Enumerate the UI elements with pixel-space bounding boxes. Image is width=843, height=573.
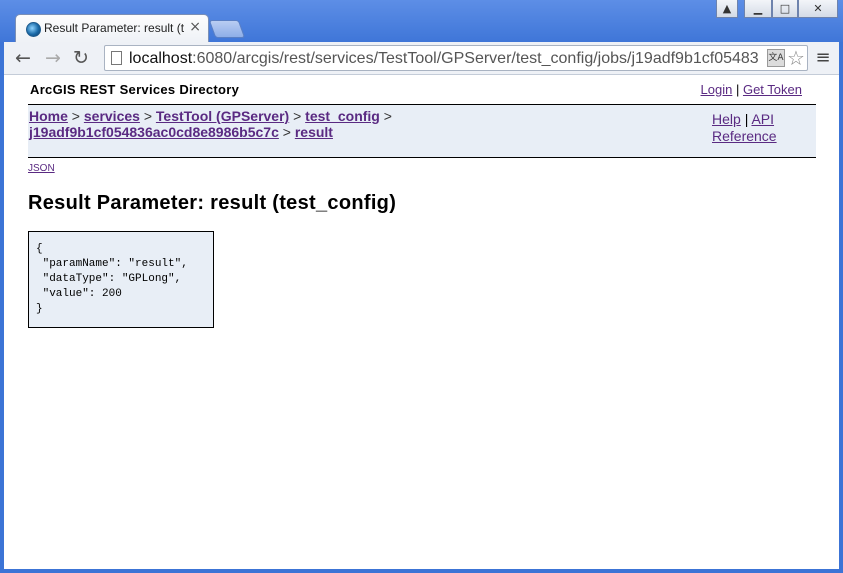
login-link[interactable]: Login: [701, 82, 733, 97]
forward-arrow-icon[interactable]: →: [40, 45, 66, 71]
directory-header: ArcGIS REST Services Directory Login | G…: [28, 81, 816, 101]
bookmark-star-icon[interactable]: ☆: [787, 47, 805, 69]
url-path: :6080/arcgis/rest/services/TestTool/GPSe…: [192, 50, 759, 67]
page-icon: [111, 51, 122, 65]
breadcrumb-separator: >: [383, 108, 392, 124]
close-tab-icon[interactable]: ×: [189, 19, 201, 35]
breadcrumb-services[interactable]: services: [84, 108, 140, 124]
translate-icon[interactable]: 文A: [767, 49, 785, 67]
auth-separator: |: [735, 82, 740, 97]
breadcrumb-separator: >: [282, 124, 291, 140]
page-title: Result Parameter: result (test_config): [28, 192, 397, 214]
menu-icon[interactable]: ≡: [813, 46, 833, 70]
help-links: Help | API Reference: [712, 111, 802, 145]
get-token-link[interactable]: Get Token: [743, 82, 802, 97]
close-window-button[interactable]: ✕: [798, 0, 838, 18]
directory-title: ArcGIS REST Services Directory: [30, 82, 240, 97]
breadcrumb-job[interactable]: j19adf9b1cf054836ac0cd8e8986b5c7c: [29, 124, 279, 140]
url-host: localhost: [129, 50, 193, 67]
reload-icon[interactable]: ↻: [68, 45, 94, 71]
breadcrumb-separator: >: [143, 108, 153, 124]
back-arrow-icon[interactable]: ←: [10, 45, 36, 71]
breadcrumb-result[interactable]: result: [295, 124, 333, 140]
minimize-button[interactable]: ▁: [744, 0, 772, 18]
address-bar[interactable]: localhost:6080/arcgis/rest/services/Test…: [104, 45, 808, 71]
api-reference-link[interactable]: Reference: [712, 128, 777, 144]
breadcrumb-separator: >: [71, 108, 80, 124]
breadcrumb-test-config[interactable]: test_config: [305, 108, 380, 124]
api-link[interactable]: API: [751, 111, 774, 127]
breadcrumb: Home > services > TestTool (GPServer) > …: [29, 108, 499, 140]
page-viewport: ArcGIS REST Services Directory Login | G…: [4, 75, 839, 569]
help-link[interactable]: Help: [712, 111, 741, 127]
auth-links: Login | Get Token: [701, 82, 802, 97]
title-bar: Result Parameter: result (tes × ▲ ▁ □ ✕: [0, 0, 843, 43]
help-separator: |: [744, 111, 749, 127]
result-json-box: { "paramName": "result", "dataType": "GP…: [28, 231, 214, 328]
browser-tab[interactable]: Result Parameter: result (tes ×: [15, 14, 209, 43]
maximize-button[interactable]: □: [772, 0, 798, 18]
url-text[interactable]: localhost:6080/arcgis/rest/services/Test…: [129, 49, 769, 69]
browser-toolbar: ← → ↻ localhost:6080/arcgis/rest/service…: [4, 42, 839, 75]
breadcrumb-home[interactable]: Home: [29, 108, 68, 124]
json-link[interactable]: JSON: [28, 163, 55, 174]
breadcrumb-bar: Home > services > TestTool (GPServer) > …: [28, 104, 816, 158]
breadcrumb-testtool[interactable]: TestTool (GPServer): [156, 108, 289, 124]
browser-window: Result Parameter: result (tes × ▲ ▁ □ ✕ …: [0, 0, 843, 573]
new-tab-button[interactable]: [208, 20, 246, 38]
user-icon[interactable]: ▲: [716, 0, 738, 18]
tab-title: Result Parameter: result (tes: [44, 21, 184, 35]
globe-icon: [26, 22, 41, 37]
breadcrumb-separator: >: [293, 108, 302, 124]
